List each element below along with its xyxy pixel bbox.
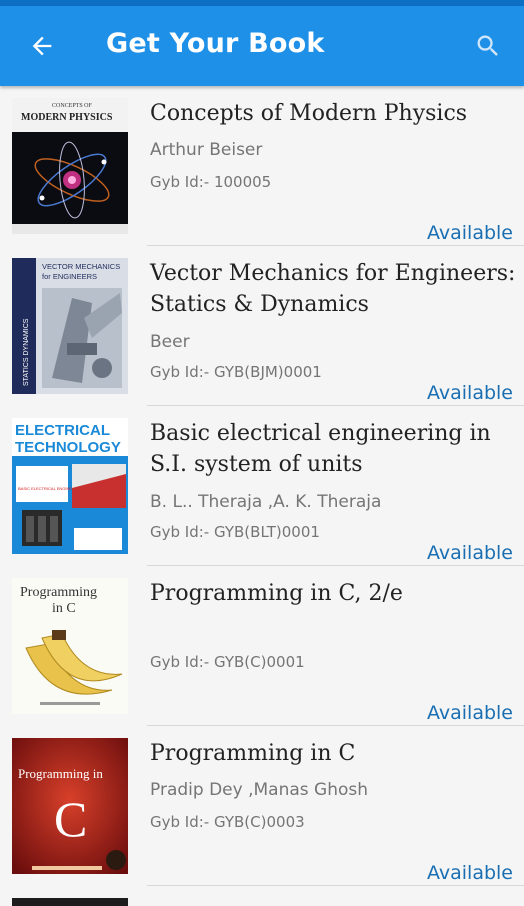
- cover-line: CONCEPTS OF: [52, 103, 93, 109]
- book-author: Beer: [150, 332, 190, 352]
- cover-line: Programming in: [18, 766, 103, 781]
- book-gyb-id: Gyb Id:- 100005: [150, 173, 272, 191]
- book-title[interactable]: Concepts of Modern Physics: [150, 98, 518, 129]
- cover-line: for ENGINEERS: [42, 272, 97, 281]
- list-item[interactable]: ELECTRICAL TECHNOLOGY BASIC ELECTRICAL E…: [0, 406, 524, 566]
- list-item[interactable]: Programming in C Programming in C Pradip…: [0, 726, 524, 886]
- cover-line: Programming: [20, 585, 97, 600]
- book-cover: Programming in C: [12, 738, 128, 874]
- book-title[interactable]: Vector Mechanics for Engineers: Statics …: [150, 258, 518, 320]
- book-title[interactable]: Basic electrical engineering in S.I. sys…: [150, 418, 518, 480]
- cover-line: VECTOR MECHANICS: [42, 262, 120, 271]
- book-author: Arthur Beiser: [150, 140, 263, 160]
- book-cover: Programming in C: [12, 578, 128, 714]
- cover-line: TECHNOLOGY: [15, 439, 121, 456]
- book-gyb-id: Gyb Id:- GYB(C)0001: [150, 653, 305, 671]
- search-icon: [477, 35, 498, 56]
- availability-status: Available: [426, 222, 513, 244]
- book-list[interactable]: CONCEPTS OF MODERN PHYSICS Concepts of M…: [0, 86, 524, 906]
- cover-line: STATICS DYNAMICS: [23, 318, 30, 386]
- book-cover: [12, 898, 128, 906]
- availability-status: Available: [426, 542, 513, 564]
- cover-line: C: [54, 791, 87, 847]
- list-item-partial: [0, 886, 524, 906]
- back-button[interactable]: [22, 26, 62, 66]
- search-button[interactable]: [468, 26, 508, 66]
- list-item[interactable]: CONCEPTS OF MODERN PHYSICS Concepts of M…: [0, 86, 524, 246]
- arrow-back-icon: [32, 36, 52, 56]
- cover-line: MODERN PHYSICS: [21, 112, 113, 123]
- book-title[interactable]: Programming in C: [150, 738, 518, 769]
- page-title: Get Your Book: [106, 28, 325, 59]
- availability-status: Available: [426, 382, 513, 404]
- book-gyb-id: Gyb Id:- GYB(C)0003: [150, 813, 305, 831]
- availability-status: Available: [426, 862, 513, 884]
- cover-line: ELECTRICAL: [15, 422, 110, 439]
- list-item[interactable]: Programming in C Programming in C, 2/e G…: [0, 566, 524, 726]
- book-cover: ELECTRICAL TECHNOLOGY BASIC ELECTRICAL E…: [12, 418, 128, 554]
- book-gyb-id: Gyb Id:- GYB(BJM)0001: [150, 363, 322, 381]
- book-title[interactable]: Programming in C, 2/e: [150, 578, 518, 609]
- book-cover: CONCEPTS OF MODERN PHYSICS: [12, 98, 128, 234]
- cover-line: in C: [52, 601, 76, 616]
- book-gyb-id: Gyb Id:- GYB(BLT)0001: [150, 523, 320, 541]
- book-author: Pradip Dey ,Manas Ghosh: [150, 780, 369, 800]
- list-item[interactable]: VECTOR MECHANICS for ENGINEERS STATICS D…: [0, 246, 524, 406]
- book-cover: VECTOR MECHANICS for ENGINEERS STATICS D…: [12, 258, 128, 394]
- book-author: B. L.. Theraja ,A. K. Theraja: [150, 492, 382, 512]
- app-bar: Get Your Book: [0, 6, 524, 86]
- availability-status: Available: [426, 702, 513, 724]
